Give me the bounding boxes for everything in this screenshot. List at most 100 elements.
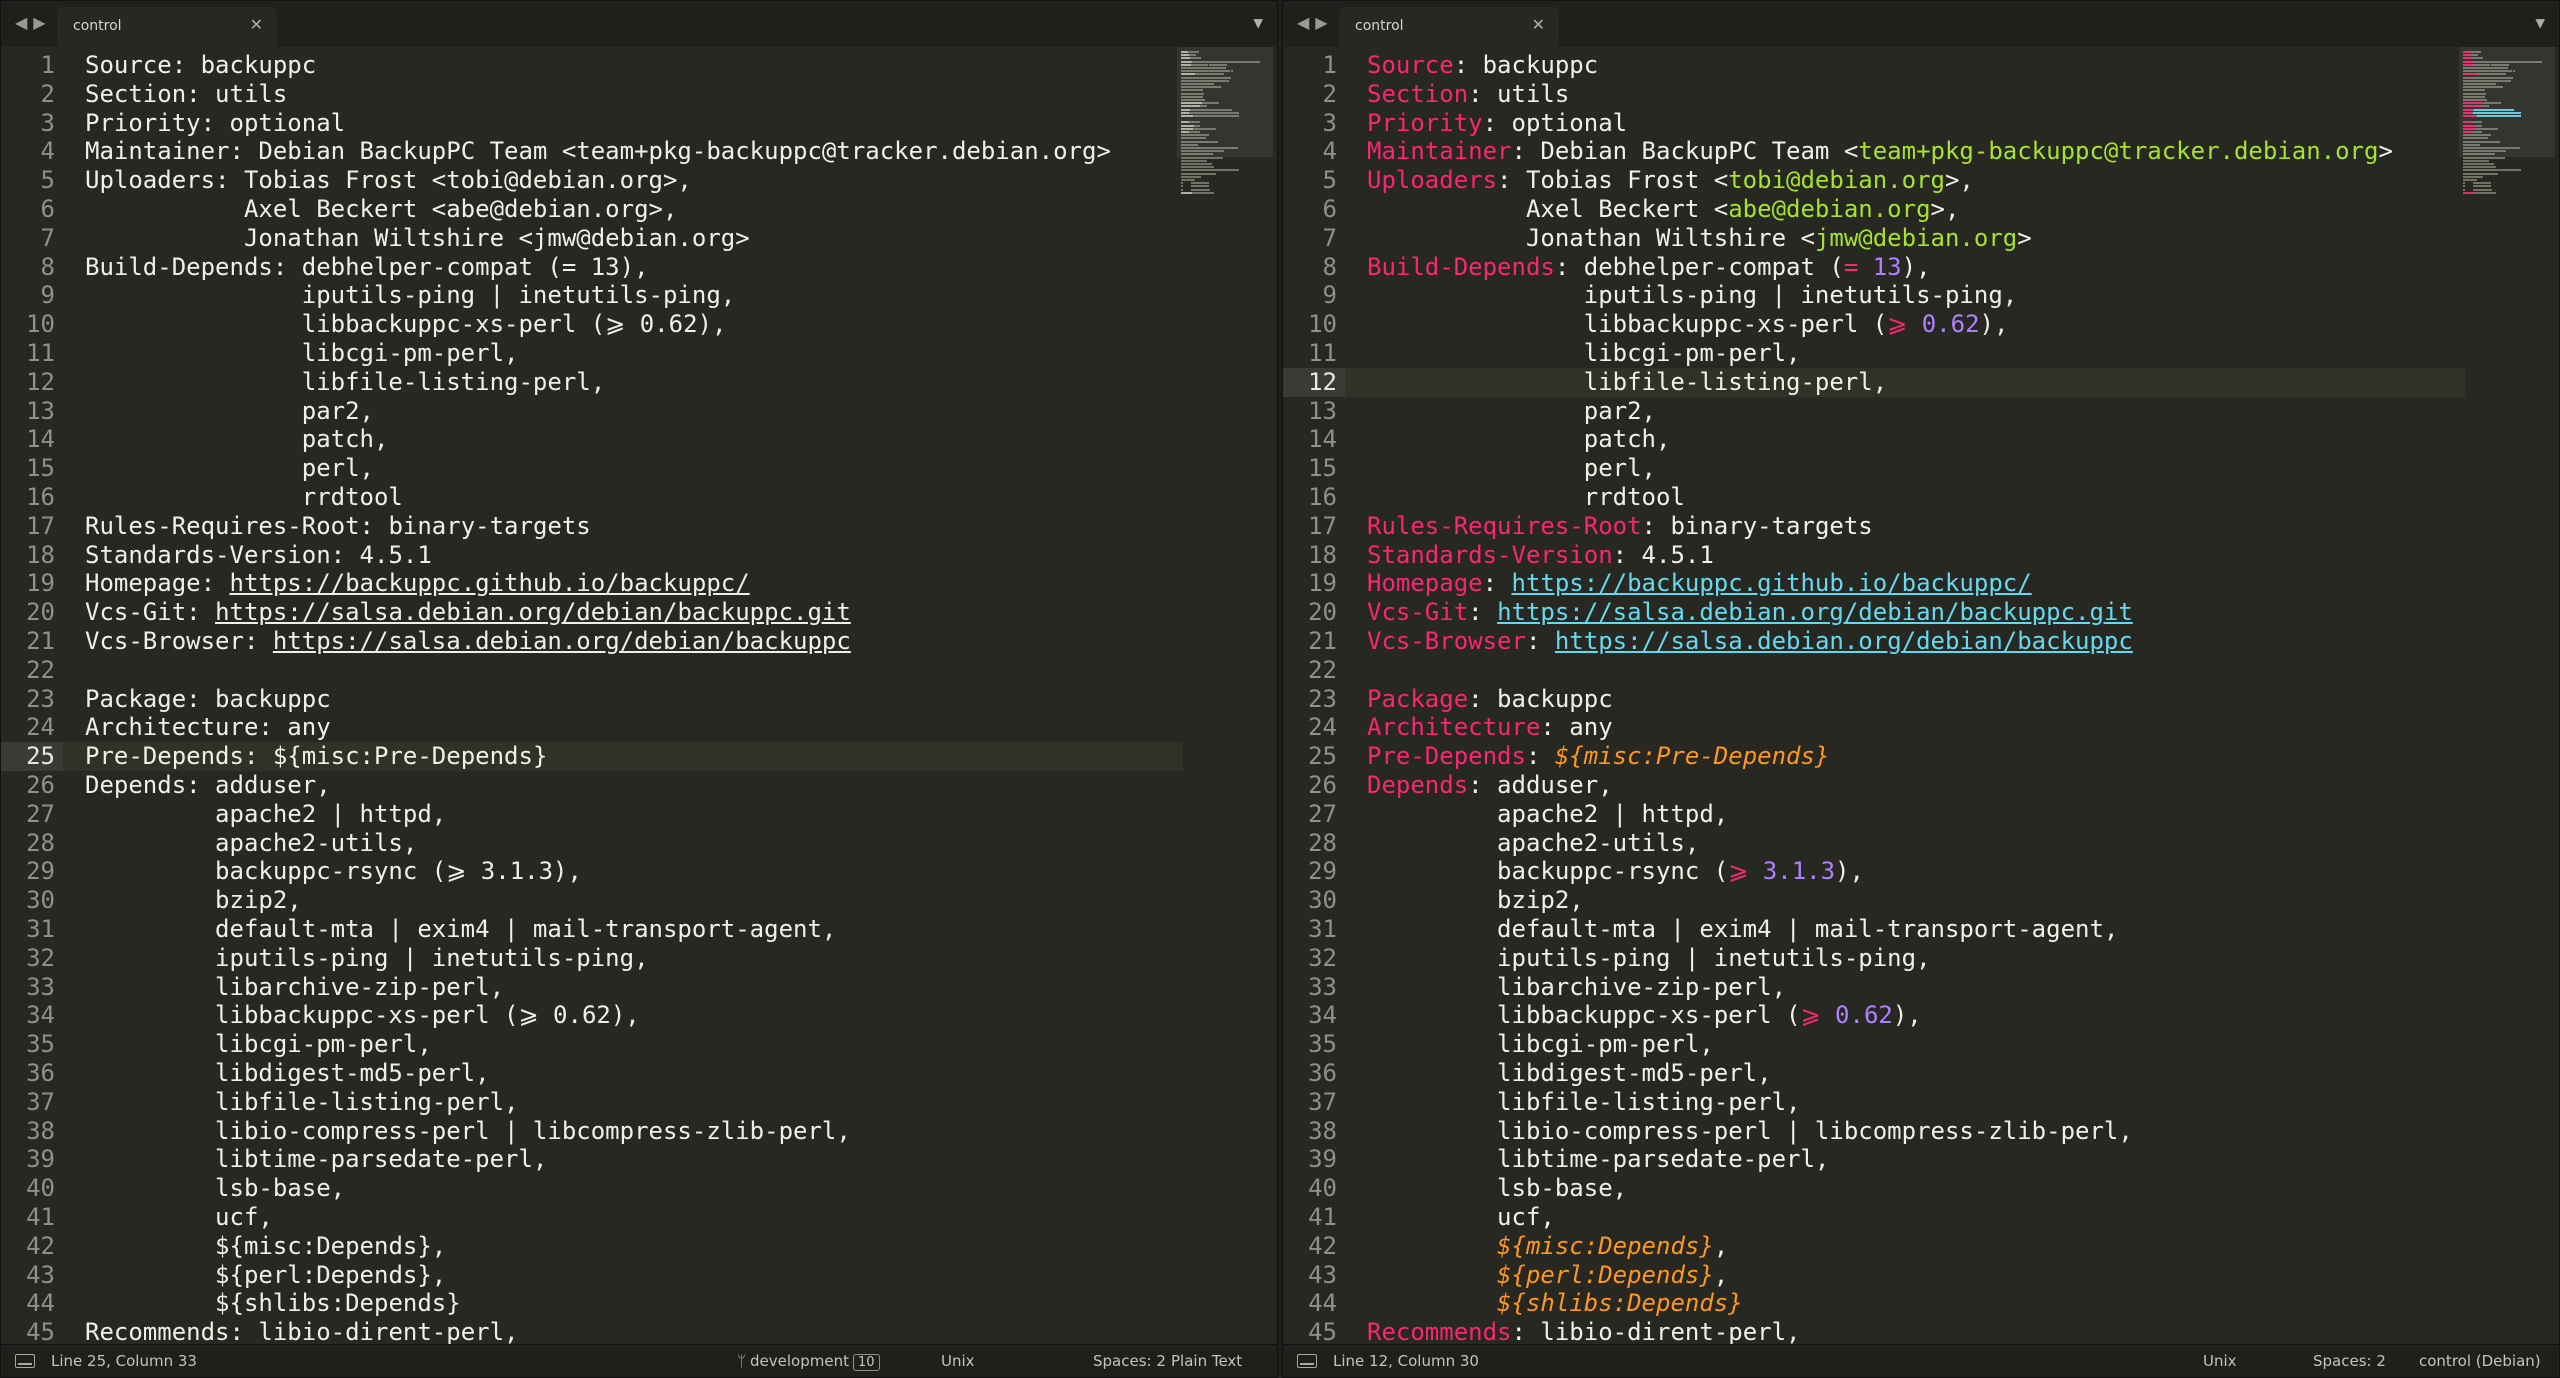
code-line[interactable]: ${perl:Depends},	[85, 1261, 446, 1290]
code-line[interactable]: libarchive-zip-perl,	[85, 973, 504, 1002]
code-line[interactable]: rrdtool	[1367, 483, 1685, 512]
code-line[interactable]: libtime-parsedate-perl,	[1367, 1145, 1829, 1174]
code-line[interactable]: libbackuppc-xs-perl (⩾ 0.62),	[1367, 310, 2009, 339]
close-icon[interactable]: ✕	[1532, 15, 1545, 34]
code-line[interactable]: Architecture: any	[85, 713, 331, 742]
code-line[interactable]: libbackuppc-xs-perl (⩾ 0.62),	[85, 310, 727, 339]
code-line[interactable]: Vcs-Git: https://salsa.debian.org/debian…	[1367, 598, 2133, 627]
code-line[interactable]: Depends: adduser,	[1367, 771, 1613, 800]
code-line[interactable]: Axel Beckert <abe@debian.org>,	[1367, 195, 1960, 224]
token-url[interactable]: https://backuppc.github.io/backuppc/	[1512, 569, 2032, 597]
code-line[interactable]: libcgi-pm-perl,	[85, 339, 519, 368]
token-url[interactable]: https://salsa.debian.org/debian/backuppc…	[215, 598, 851, 626]
chevron-down-icon[interactable]: ▼	[2535, 13, 2545, 32]
code-area[interactable]: Source: backuppc Section: utils Priority: …	[85, 47, 1185, 1347]
code-line[interactable]: Depends: adduser,	[85, 771, 331, 800]
code-line[interactable]: Pre-Depends: ${misc:Pre-Depends}	[85, 742, 547, 771]
line-endings[interactable]: Unix	[2203, 1352, 2237, 1370]
nav-arrows-icon[interactable]: ◀▶	[1297, 13, 1334, 32]
syntax-mode[interactable]: Plain Text	[1171, 1352, 1242, 1370]
code-line[interactable]: apache2-utils,	[1367, 829, 1699, 858]
code-line[interactable]: patch,	[85, 425, 389, 454]
code-line[interactable]: backuppc-rsync (⩾ 3.1.3),	[1367, 857, 1864, 886]
code-line[interactable]: Jonathan Wiltshire <jmw@debian.org>	[1367, 224, 2032, 253]
code-line[interactable]: libcgi-pm-perl,	[1367, 339, 1801, 368]
code-line[interactable]: iputils-ping | inetutils-ping,	[85, 281, 735, 310]
code-line[interactable]: ${misc:Depends},	[1367, 1232, 1728, 1261]
code-line[interactable]: Source: backuppc	[85, 51, 316, 80]
code-line[interactable]: Uploaders: Tobias Frost <tobi@debian.org…	[1367, 166, 1974, 195]
syntax-mode[interactable]: control (Debian)	[2419, 1352, 2541, 1370]
cursor-position[interactable]: Line 12, Column 30	[1333, 1352, 1479, 1370]
code-line[interactable]: Vcs-Git: https://salsa.debian.org/debian…	[85, 598, 851, 627]
indentation[interactable]: Spaces: 2	[2313, 1352, 2386, 1370]
code-line[interactable]: Rules-Requires-Root: binary-targets	[85, 512, 591, 541]
code-line[interactable]: libfile-listing-perl,	[85, 1088, 518, 1117]
code-line[interactable]: default-mta | exim4 | mail-transport-age…	[1367, 915, 2118, 944]
code-line[interactable]: iputils-ping | inetutils-ping,	[1367, 281, 2017, 310]
code-line[interactable]: perl,	[85, 454, 374, 483]
code-line[interactable]: Build-Depends: debhelper-compat (= 13),	[85, 253, 649, 282]
code-line[interactable]: iputils-ping | inetutils-ping,	[1367, 944, 1931, 973]
code-line[interactable]: Package: backuppc	[1367, 685, 1613, 714]
minimap-viewport[interactable]	[1177, 47, 1273, 157]
code-line[interactable]: default-mta | exim4 | mail-transport-age…	[85, 915, 836, 944]
code-line[interactable]: Maintainer: Debian BackupPC Team <team+p…	[1367, 137, 2393, 166]
minimap-viewport[interactable]	[2459, 47, 2555, 157]
code-line[interactable]: lsb-base,	[85, 1174, 345, 1203]
tab-control[interactable]: control ✕	[1339, 7, 1559, 47]
code-line[interactable]: Build-Depends: debhelper-compat (= 13),	[1367, 253, 1931, 282]
code-line[interactable]: libdigest-md5-perl,	[85, 1059, 490, 1088]
code-line[interactable]: Section: utils	[85, 80, 287, 109]
code-line[interactable]: libio-compress-perl | libcompress-zlib-p…	[1367, 1117, 2133, 1146]
code-line[interactable]: Uploaders: Tobias Frost <tobi@debian.org…	[85, 166, 692, 195]
code-line[interactable]: Homepage: https://backuppc.github.io/bac…	[85, 569, 750, 598]
code-line[interactable]: Vcs-Browser: https://salsa.debian.org/de…	[1367, 627, 2133, 656]
token-url[interactable]: https://salsa.debian.org/debian/backuppc…	[1497, 598, 2133, 626]
code-line[interactable]: Priority: optional	[85, 109, 345, 138]
code-line[interactable]: Priority: optional	[1367, 109, 1627, 138]
minimap[interactable]	[1177, 47, 1273, 247]
code-line[interactable]: libbackuppc-xs-perl (⩾ 0.62),	[85, 1001, 640, 1030]
code-line[interactable]: libbackuppc-xs-perl (⩾ 0.62),	[1367, 1001, 1922, 1030]
code-line[interactable]: Architecture: any	[1367, 713, 1613, 742]
code-line[interactable]: lsb-base,	[1367, 1174, 1627, 1203]
code-line[interactable]: iputils-ping | inetutils-ping,	[85, 944, 649, 973]
code-line[interactable]: apache2 | httpd,	[1367, 800, 1728, 829]
code-line[interactable]: Section: utils	[1367, 80, 1569, 109]
code-line[interactable]: ucf,	[85, 1203, 273, 1232]
code-line[interactable]: libtime-parsedate-perl,	[85, 1145, 547, 1174]
code-line[interactable]: ${shlibs:Depends}	[85, 1289, 461, 1318]
code-line[interactable]: Homepage: https://backuppc.github.io/bac…	[1367, 569, 2032, 598]
close-icon[interactable]: ✕	[250, 15, 263, 34]
code-line[interactable]: apache2 | httpd,	[85, 800, 446, 829]
line-endings[interactable]: Unix	[941, 1352, 975, 1370]
code-line[interactable]: libdigest-md5-perl,	[1367, 1059, 1772, 1088]
code-line[interactable]: Source: backuppc	[1367, 51, 1598, 80]
code-line[interactable]: backuppc-rsync (⩾ 3.1.3),	[85, 857, 582, 886]
token-url[interactable]: https://backuppc.github.io/backuppc/	[230, 569, 750, 597]
token-url[interactable]: https://salsa.debian.org/debian/backuppc	[1555, 627, 2133, 655]
code-line[interactable]: libio-compress-perl | libcompress-zlib-p…	[85, 1117, 851, 1146]
code-line[interactable]: par2,	[85, 397, 374, 426]
code-line[interactable]: rrdtool	[85, 483, 403, 512]
nav-arrows-icon[interactable]: ◀▶	[15, 13, 52, 32]
code-line[interactable]: apache2-utils,	[85, 829, 417, 858]
indentation[interactable]: Spaces: 2	[1093, 1352, 1166, 1370]
code-line[interactable]: Rules-Requires-Root: binary-targets	[1367, 512, 1873, 541]
code-line[interactable]: libfile-listing-perl,	[1367, 1088, 1800, 1117]
token-url[interactable]: https://salsa.debian.org/debian/backuppc	[273, 627, 851, 655]
code-line[interactable]: Jonathan Wiltshire <jmw@debian.org>	[85, 224, 750, 253]
code-line[interactable]: Standards-Version: 4.5.1	[85, 541, 432, 570]
code-line[interactable]: patch,	[1367, 425, 1671, 454]
code-line[interactable]: ${shlibs:Depends}	[1367, 1289, 1743, 1318]
code-line[interactable]: bzip2,	[85, 886, 302, 915]
code-line[interactable]: libarchive-zip-perl,	[1367, 973, 1786, 1002]
code-line[interactable]: libfile-listing-perl,	[85, 368, 605, 397]
chevron-down-icon[interactable]: ▼	[1253, 13, 1263, 32]
code-line[interactable]: libfile-listing-perl,	[1367, 368, 1887, 397]
code-line[interactable]: libcgi-pm-perl,	[85, 1030, 432, 1059]
git-branch[interactable]: ᛘ development 10	[737, 1352, 880, 1371]
code-line[interactable]: Standards-Version: 4.5.1	[1367, 541, 1714, 570]
code-line[interactable]: Pre-Depends: ${misc:Pre-Depends}	[1367, 742, 1829, 771]
